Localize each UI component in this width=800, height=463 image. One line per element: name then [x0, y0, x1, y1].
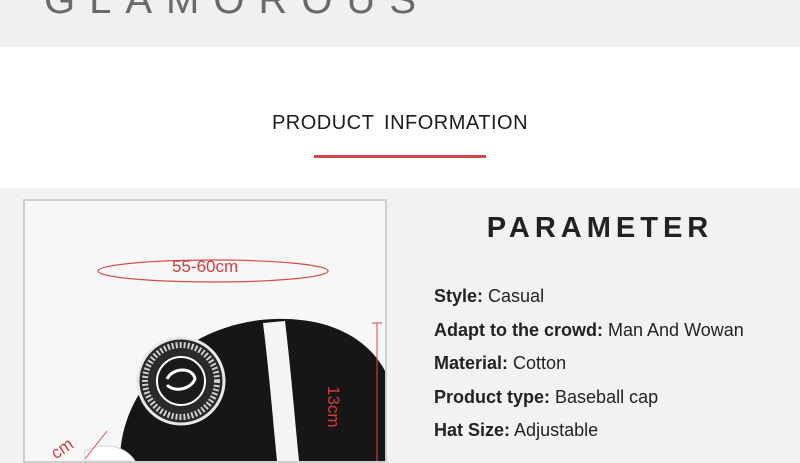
title-underline [314, 155, 486, 158]
param-hat-size: Hat Size: Adjustable [434, 420, 744, 454]
param-material: Material: Cotton [434, 353, 744, 387]
param-value: Casual [488, 286, 545, 306]
param-value: Adjustable [514, 420, 599, 440]
param-key: Product type: [434, 386, 551, 407]
product-information-section: PRODUCT INFORMATION [0, 47, 800, 188]
product-details: 55-60cm 13cm cm PARAMETER Style: Casual … [0, 188, 800, 463]
brand-name: GLAMOROUS [44, 0, 431, 22]
param-product-type: Product type: Baseball cap [434, 387, 744, 421]
param-crowd: Adapt to the crowd: Man And Wowan [434, 320, 744, 354]
parameter-title: PARAMETER [486, 212, 714, 244]
param-key: Adapt to the crowd: [434, 319, 603, 340]
param-style: Style: Casual [434, 286, 744, 320]
top-banner: GLAMOROUS [0, 0, 800, 47]
param-key: Hat Size: [434, 420, 511, 440]
param-value: Man And Wowan [608, 319, 744, 340]
parameter-list: Style: Casual Adapt to the crowd: Man An… [434, 286, 744, 454]
product-image: 55-60cm 13cm cm [23, 199, 387, 463]
section-title: PRODUCT INFORMATION [271, 112, 529, 134]
height-label: 13cm [324, 386, 343, 428]
circumference-label: 55-60cm [172, 257, 239, 276]
param-value: Cotton [513, 353, 567, 373]
param-value: Baseball cap [555, 386, 659, 407]
param-key: Material: [434, 353, 509, 373]
param-key: Style: [434, 286, 484, 306]
